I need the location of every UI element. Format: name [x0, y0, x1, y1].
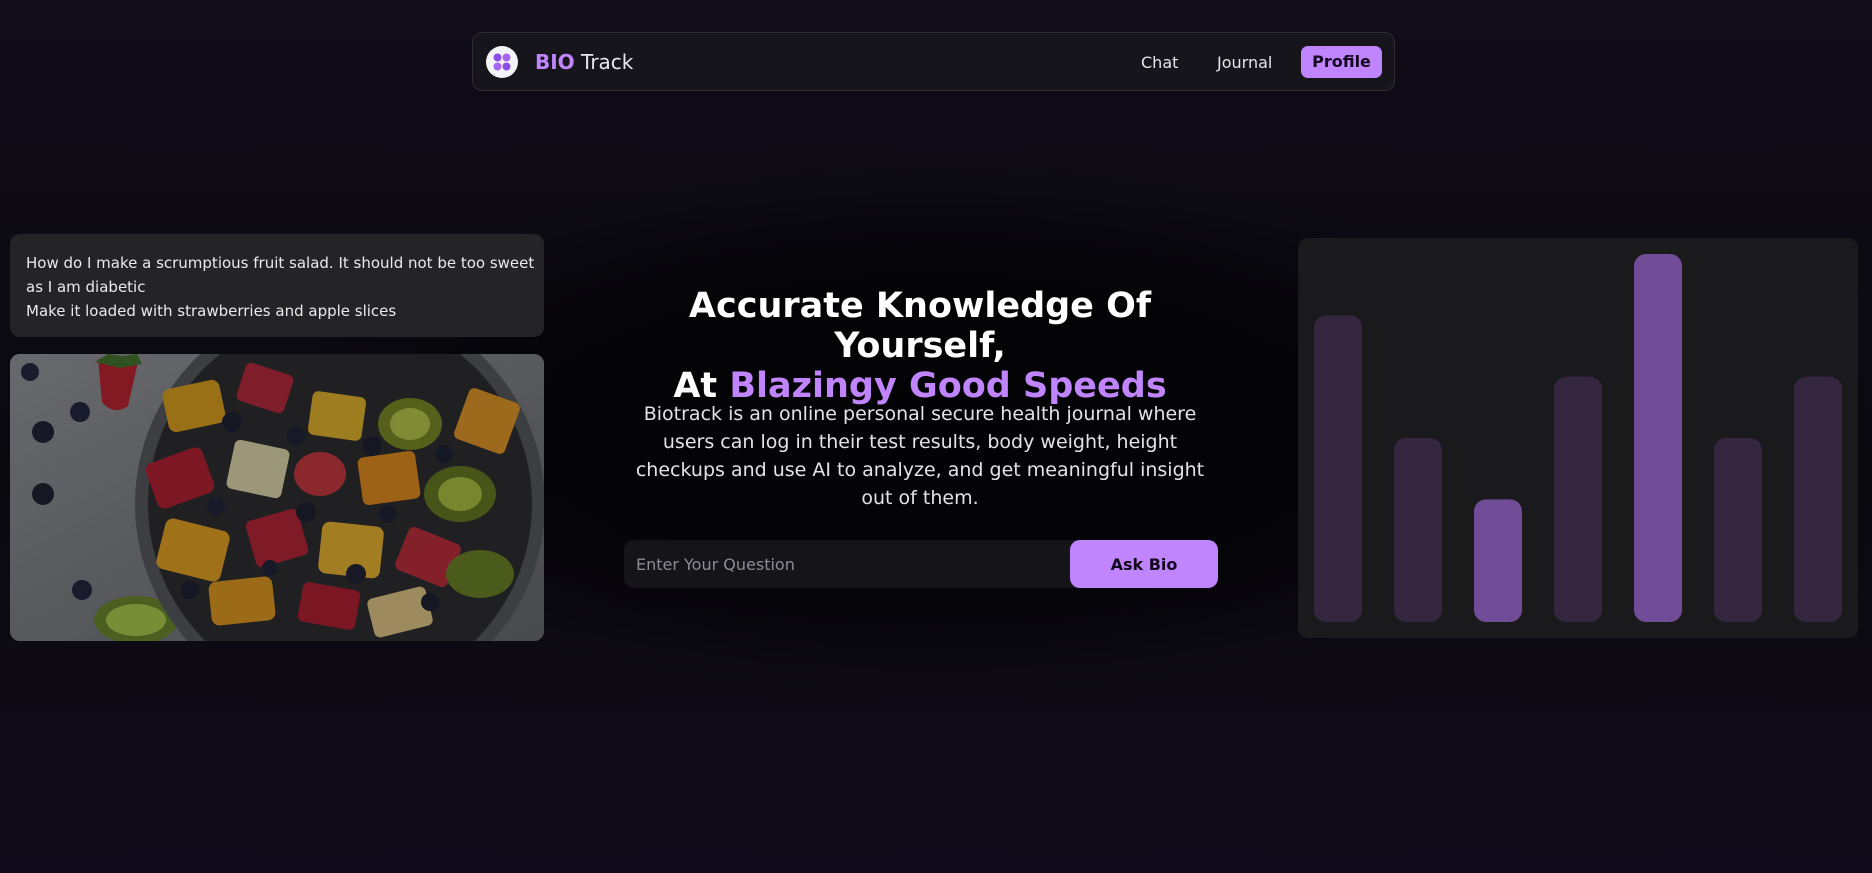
brand-name[interactable]: BIO Track — [535, 49, 633, 75]
hero-title: Accurate Knowledge Of Yourself, At Blazi… — [600, 286, 1240, 406]
chart-bar — [1714, 438, 1762, 622]
hero-description: Biotrack is an online personal secure he… — [635, 403, 1205, 509]
example-chat-message: How do I make a scrumptious fruit salad.… — [10, 234, 544, 337]
brand-rest-text: Track — [581, 50, 634, 74]
brand-accent-text: BIO — [535, 50, 575, 74]
chat-message-line: as I am diabetic — [26, 278, 146, 296]
bar-chart-svg — [1314, 254, 1842, 622]
nav-link-journal[interactable]: Journal — [1217, 53, 1272, 73]
ask-form: Ask Bio — [624, 540, 1218, 588]
question-input[interactable] — [624, 540, 1070, 588]
chat-message-line: How do I make a scrumptious fruit salad.… — [26, 254, 535, 272]
top-navbar: BIO Track Chat Journal Profile — [472, 32, 1395, 91]
fruit-salad-image — [10, 354, 544, 641]
chart-bar — [1634, 254, 1682, 622]
chart-bar — [1474, 499, 1522, 622]
chart-bar — [1794, 376, 1842, 622]
ask-bio-button[interactable]: Ask Bio — [1070, 540, 1218, 588]
profile-button[interactable]: Profile — [1301, 46, 1382, 78]
chart-bar — [1554, 376, 1602, 622]
chart-bar — [1394, 438, 1442, 622]
chat-message-line: Make it loaded with strawberries and app… — [26, 302, 397, 320]
logo-icon[interactable] — [486, 46, 518, 78]
decorative-bar-chart — [1298, 238, 1858, 638]
chart-bar — [1314, 315, 1362, 622]
hero-title-line1: Accurate Knowledge Of Yourself, — [688, 286, 1152, 366]
nav-link-chat[interactable]: Chat — [1141, 53, 1178, 73]
